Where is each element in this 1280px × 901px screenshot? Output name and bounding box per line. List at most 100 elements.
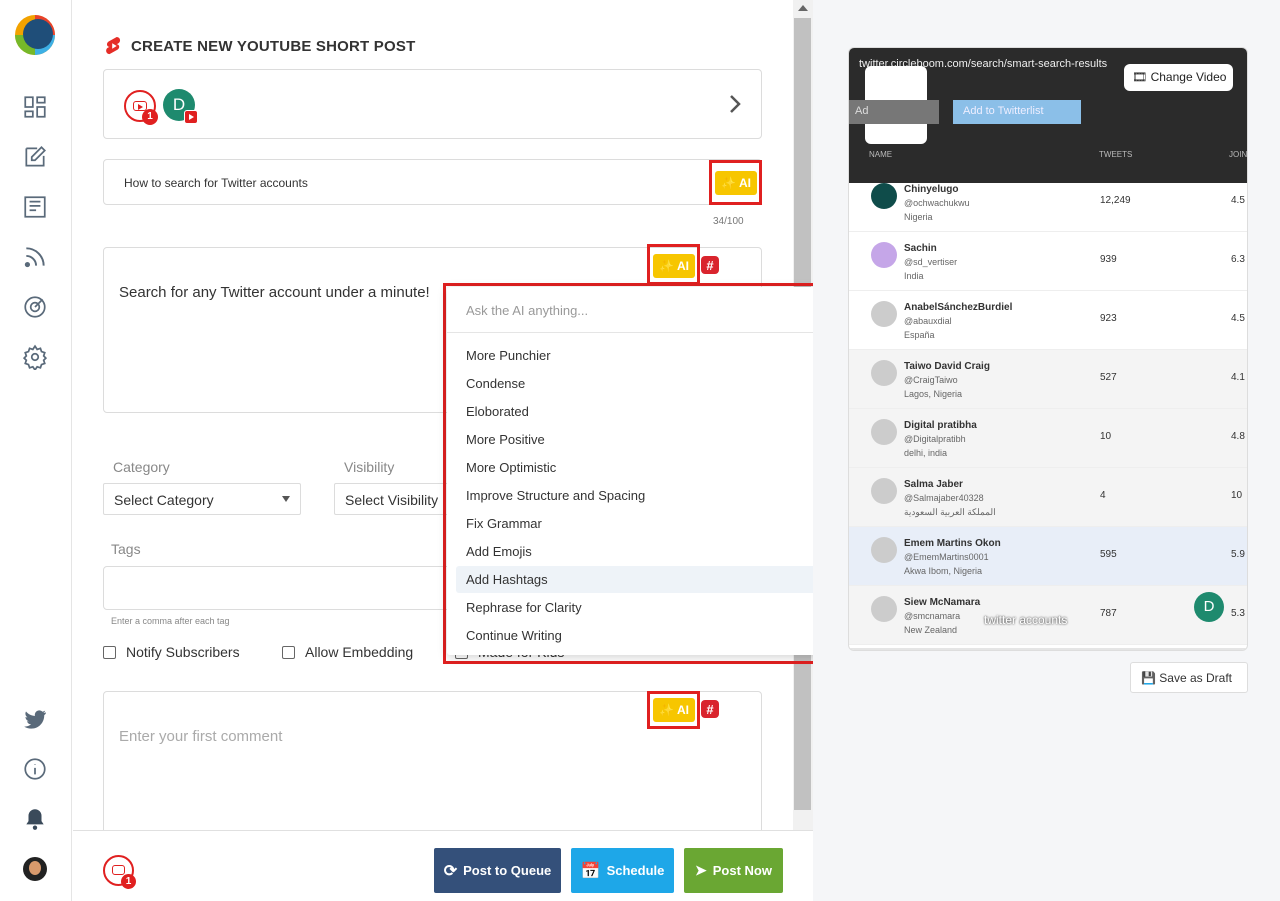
youtube-account-icon[interactable]: 1 bbox=[103, 855, 136, 889]
preview-row-location: Akwa Ibom, Nigeria bbox=[904, 566, 983, 576]
comment-ai-button[interactable]: ✨ AI bbox=[653, 698, 695, 722]
notify-subscribers-option[interactable]: Notify Subscribers bbox=[103, 644, 240, 660]
title-ai-button[interactable]: ✨ AI bbox=[715, 171, 757, 195]
preview-row-avatar bbox=[871, 360, 897, 386]
post-to-queue-button[interactable]: ⟳ Post to Queue bbox=[434, 848, 561, 893]
change-video-label: Change Video bbox=[1150, 70, 1227, 84]
scroll-up-arrow[interactable] bbox=[798, 5, 808, 11]
tags-label: Tags bbox=[111, 541, 141, 557]
sparkle-icon: ✨ bbox=[659, 259, 674, 273]
dashboard-icon[interactable] bbox=[22, 94, 48, 120]
info-icon[interactable] bbox=[22, 756, 48, 782]
title-field[interactable]: How to search for Twitter accounts bbox=[103, 159, 762, 205]
preview-row: Emem Martins Okon @EmemMartins0001 Akwa Ib… bbox=[849, 527, 1247, 586]
video-preview[interactable]: twitter.circleboom.com/search/smart-sear… bbox=[848, 47, 1248, 651]
preview-row: Salma Jaber @Salmajaber40328 المملكة العرب… bbox=[849, 468, 1247, 527]
preview-row: Sachin @sd_vertiser India 939 6.3 bbox=[849, 232, 1247, 291]
rss-icon[interactable] bbox=[22, 244, 48, 270]
preview-add-list-label: Add to Twitterlist bbox=[963, 105, 1044, 117]
preview-row-name: Salma Jaber bbox=[904, 479, 963, 490]
preview-row-location: المملكة العربية السعودية bbox=[904, 507, 996, 517]
post-now-button[interactable]: ➤ Post Now bbox=[684, 848, 783, 893]
ai-prompt-placeholder: Ask the AI anything... bbox=[466, 303, 589, 318]
app-logo[interactable] bbox=[13, 13, 57, 57]
comment-placeholder[interactable]: Enter your first comment bbox=[119, 728, 282, 745]
save-draft-label: Save as Draft bbox=[1159, 671, 1232, 685]
visibility-value: Select Visibility bbox=[345, 492, 439, 508]
hashtag-icon[interactable]: # bbox=[701, 700, 719, 718]
preview-row-handle: @smcnamara bbox=[904, 611, 961, 621]
category-value: Select Category bbox=[114, 492, 214, 508]
preview-row-avatar bbox=[871, 183, 897, 209]
preview-row-name: Digital pratibha bbox=[904, 420, 977, 431]
ai-label: AI bbox=[676, 703, 689, 717]
preview-row-join: 4.1 bbox=[1231, 372, 1245, 383]
youtube-account-icon[interactable]: 1 bbox=[124, 90, 158, 125]
preview-row-handle: @CraigTaiwo bbox=[904, 375, 958, 385]
category-select[interactable]: Select Category bbox=[103, 483, 301, 515]
preview-row-name: AnabelSánchezBurdiel bbox=[904, 302, 1013, 313]
save-draft-button[interactable]: 💾 Save as Draft bbox=[1130, 662, 1248, 693]
queue-label: Post to Queue bbox=[463, 863, 552, 878]
preview-row-avatar bbox=[871, 419, 897, 445]
preview-row-handle: @Salmajaber40328 bbox=[904, 493, 984, 503]
preview-row-location: delhi, india bbox=[904, 448, 948, 458]
video-edit-icon: 🎞 bbox=[1132, 70, 1148, 84]
preview-row-location: España bbox=[904, 330, 935, 340]
notify-label: Notify Subscribers bbox=[126, 644, 240, 660]
allow-embedding-option[interactable]: Allow Embedding bbox=[282, 644, 413, 660]
title-input[interactable]: How to search for Twitter accounts bbox=[124, 176, 308, 190]
preview-add-list-button: Add to Twitterlist bbox=[953, 100, 1081, 124]
preview-col-name: NAME bbox=[869, 150, 893, 159]
notify-checkbox[interactable] bbox=[103, 645, 116, 659]
change-video-button[interactable]: 🎞 Change Video bbox=[1124, 64, 1233, 91]
hashtag-icon[interactable]: # bbox=[701, 256, 719, 274]
chevron-right-icon[interactable] bbox=[726, 92, 744, 116]
preview-row-join: 4.5 bbox=[1231, 313, 1245, 324]
schedule-label: Schedule bbox=[606, 863, 665, 878]
preview-col-join: JOIN bbox=[1229, 150, 1248, 159]
description-ai-button[interactable]: ✨ AI bbox=[653, 254, 695, 278]
bell-icon[interactable] bbox=[22, 806, 48, 832]
preview-row-tweets: 939 bbox=[1100, 254, 1117, 265]
preview-row-tweets: 12,249 bbox=[1100, 195, 1131, 206]
title-char-counter: 34/100 bbox=[713, 216, 744, 227]
preview-header: twitter.circleboom.com/search/smart-sear… bbox=[849, 48, 1248, 183]
preview-row-avatar bbox=[871, 596, 897, 622]
sparkle-icon: ✨ bbox=[721, 176, 736, 190]
user-avatar[interactable] bbox=[23, 857, 47, 881]
sparkle-icon: ✨ bbox=[659, 703, 674, 717]
preview-row: Chinyelugo @ochwachukwu Nigeria 12,249 4.5 bbox=[849, 173, 1247, 232]
preview-row-location: India bbox=[904, 271, 924, 281]
visibility-label: Visibility bbox=[344, 459, 395, 475]
preview-row-name: Chinyelugo bbox=[904, 184, 959, 195]
analytics-icon[interactable] bbox=[22, 294, 48, 320]
preview-row-name: Emem Martins Okon bbox=[904, 538, 1001, 549]
tags-hint: Enter a comma after each tag bbox=[111, 616, 230, 626]
compose-icon[interactable] bbox=[22, 144, 48, 170]
preview-row: Digital pratibha @Digitalpratibh delhi, in… bbox=[849, 409, 1247, 468]
ai-label: AI bbox=[676, 259, 689, 273]
preview-row-avatar bbox=[871, 478, 897, 504]
preview-row-handle: @abauxdial bbox=[904, 316, 952, 326]
preview-row-handle: @sd_vertiser bbox=[904, 257, 958, 267]
twitter-icon[interactable] bbox=[22, 706, 48, 732]
sidebar bbox=[0, 0, 72, 901]
preview-row: AnabelSánchezBurdiel @abauxdial España 923 4… bbox=[849, 291, 1247, 350]
preview-col-tweets: TWEETS bbox=[1099, 150, 1133, 159]
preview-row: Taiwo David Craig @CraigTaiwo Lagos, Niger… bbox=[849, 350, 1247, 409]
settings-icon[interactable] bbox=[22, 344, 48, 372]
queue-icon: ⟳ bbox=[443, 862, 458, 880]
embed-checkbox[interactable] bbox=[282, 645, 295, 659]
articles-icon[interactable] bbox=[22, 194, 48, 220]
schedule-button[interactable]: 📅 Schedule bbox=[571, 848, 674, 893]
bottom-action-bar: 1 ⟳ Post to Queue 📅 Schedule ➤ Post Now bbox=[73, 830, 813, 901]
calendar-icon: 📅 bbox=[580, 862, 601, 880]
preview-add-short-button: Ad bbox=[849, 100, 939, 124]
description-text[interactable]: Search for any Twitter account under a m… bbox=[119, 284, 430, 301]
account-selector[interactable]: 1 D bbox=[103, 69, 762, 139]
account-avatar[interactable]: D bbox=[163, 89, 198, 124]
preview-row-location: Nigeria bbox=[904, 212, 933, 222]
preview-avatar: D bbox=[1194, 592, 1224, 622]
preview-row-tweets: 4 bbox=[1100, 490, 1106, 501]
